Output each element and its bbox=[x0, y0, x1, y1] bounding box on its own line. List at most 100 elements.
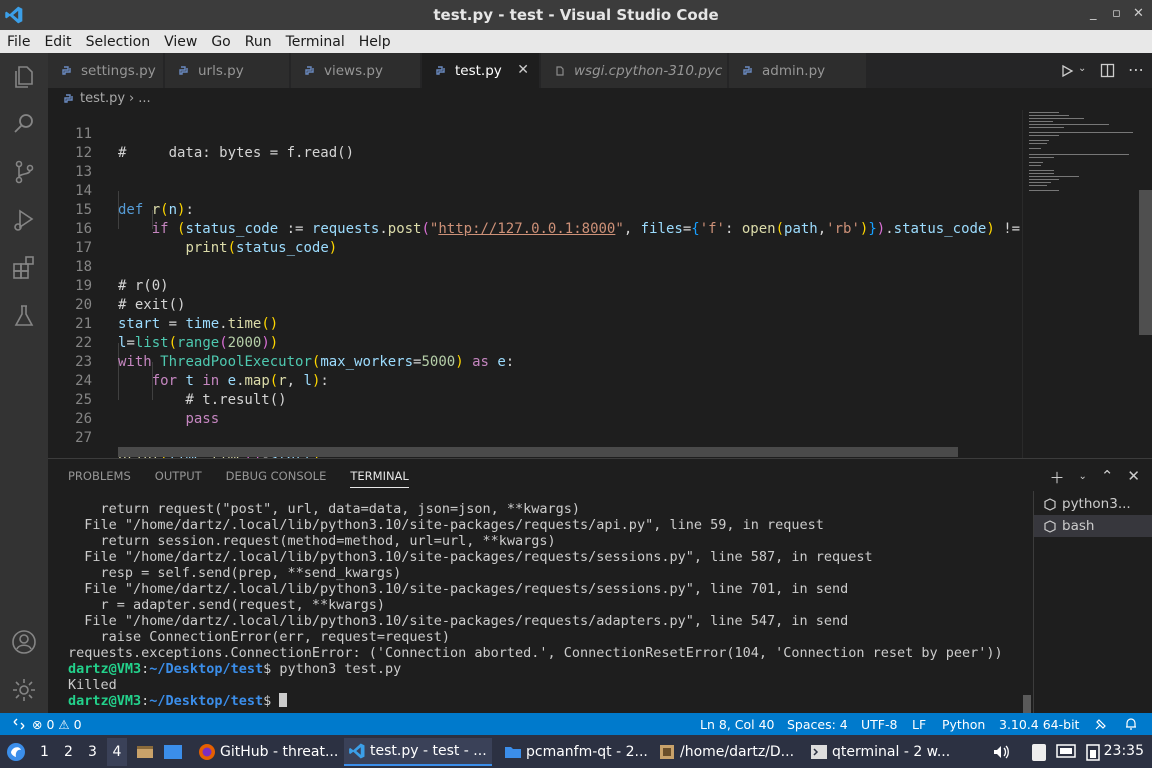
explorer-icon[interactable] bbox=[10, 63, 38, 91]
chevron-down-icon[interactable]: ⌄ bbox=[1078, 471, 1086, 488]
menu-bar: File Edit Selection View Go Run Terminal… bbox=[0, 30, 1152, 53]
panel-tabs: PROBLEMS OUTPUT DEBUG CONSOLE TERMINAL bbox=[68, 469, 433, 488]
breadcrumb-rest[interactable]: ... bbox=[138, 91, 150, 106]
volume-icon[interactable] bbox=[992, 743, 1010, 761]
menu-help[interactable]: Help bbox=[352, 34, 398, 50]
terminal-prompt: dartz@VM3:~/Desktop/test$ bbox=[68, 693, 1028, 709]
search-icon[interactable] bbox=[10, 110, 38, 138]
language-mode[interactable]: Python bbox=[942, 717, 985, 732]
remote-icon[interactable] bbox=[12, 717, 26, 731]
terminal-line: File "/home/dartz/.local/lib/python3.10/… bbox=[68, 581, 849, 597]
tab-settings-py[interactable]: settings.py bbox=[48, 53, 164, 88]
close-tab-icon[interactable]: ✕ bbox=[517, 62, 529, 78]
window-title: test.py - test - Visual Studio Code bbox=[433, 6, 719, 24]
menu-terminal[interactable]: Terminal bbox=[279, 34, 352, 50]
title-bar: test.py - test - Visual Studio Code _ ▫ … bbox=[0, 0, 1152, 30]
code-line: 16 print(status_code) bbox=[75, 221, 338, 256]
menu-selection[interactable]: Selection bbox=[79, 34, 158, 50]
clipboard-icon[interactable] bbox=[1030, 742, 1048, 762]
tab-label: urls.py bbox=[198, 62, 244, 79]
vscode-icon bbox=[349, 743, 365, 759]
maximize-icon[interactable]: ▫ bbox=[1112, 6, 1121, 21]
terminal-list: python3... bash bbox=[1033, 491, 1152, 714]
code-line: 26 bbox=[75, 411, 92, 427]
minimap[interactable] bbox=[1022, 110, 1152, 458]
feedback-icon[interactable] bbox=[1094, 717, 1108, 731]
menu-go[interactable]: Go bbox=[204, 34, 237, 50]
show-desktop-icon[interactable] bbox=[136, 743, 154, 761]
source-control-icon[interactable] bbox=[10, 158, 38, 186]
code-line: 22 with ThreadPoolExecutor(max_workers=5… bbox=[75, 335, 515, 370]
code-line: 12 bbox=[75, 145, 92, 161]
task-qterminal[interactable]: qterminal - 2 w... bbox=[806, 738, 954, 766]
tab-problems[interactable]: PROBLEMS bbox=[68, 469, 131, 488]
workspace-2[interactable]: 2 bbox=[64, 744, 73, 760]
encoding[interactable]: UTF-8 bbox=[861, 717, 897, 732]
python-interpreter[interactable]: 3.10.4 64-bit bbox=[999, 717, 1079, 732]
code-line: 24 # t.result() bbox=[75, 373, 287, 408]
run-file-icon[interactable] bbox=[1060, 64, 1074, 78]
end-of-line[interactable]: LF bbox=[912, 717, 926, 732]
terminal-line: return request("post", url, data=data, j… bbox=[68, 501, 581, 517]
task-pcmanfm[interactable]: pcmanfm-qt - 2... bbox=[500, 738, 648, 766]
terminal-output[interactable]: return request("post", url, data=data, j… bbox=[68, 501, 1028, 716]
horizontal-scrollbar[interactable] bbox=[118, 447, 958, 457]
app-menu-icon[interactable] bbox=[5, 741, 27, 763]
code-line: 17 bbox=[75, 240, 92, 256]
terminal-line: File "/home/dartz/.local/lib/python3.10/… bbox=[68, 549, 873, 565]
close-window-icon[interactable]: ✕ bbox=[1133, 6, 1144, 21]
tab-debug-console[interactable]: DEBUG CONSOLE bbox=[226, 469, 327, 488]
tab-urls-py[interactable]: urls.py bbox=[165, 53, 290, 88]
task-file-manager[interactable]: /home/dartz/D... bbox=[654, 738, 800, 766]
workspace-3[interactable]: 3 bbox=[88, 744, 97, 760]
network-icon[interactable] bbox=[1056, 743, 1076, 761]
close-panel-icon[interactable]: ✕ bbox=[1127, 467, 1140, 488]
chevron-down-icon[interactable]: ⌄ bbox=[1078, 63, 1086, 74]
problems-counter[interactable]: ⊗ 0 ⚠ 0 bbox=[32, 717, 82, 732]
more-actions-icon[interactable]: ⋯ bbox=[1128, 60, 1144, 79]
notifications-bell-icon[interactable] bbox=[1124, 717, 1138, 731]
file-manager-icon bbox=[660, 745, 674, 759]
tab-views-py[interactable]: views.py bbox=[291, 53, 421, 88]
python-icon bbox=[62, 65, 71, 75]
clock[interactable]: 23:35 bbox=[1104, 743, 1144, 759]
tab-output[interactable]: OUTPUT bbox=[155, 469, 202, 488]
menu-run[interactable]: Run bbox=[238, 34, 279, 50]
extensions-icon[interactable] bbox=[10, 254, 38, 282]
terminal-line: return session.request(method=method, ur… bbox=[68, 533, 556, 549]
minimize-icon[interactable]: _ bbox=[1090, 6, 1097, 21]
workspace-1[interactable]: 1 bbox=[40, 744, 49, 760]
tab-admin-py[interactable]: admin.py bbox=[729, 53, 867, 88]
maximize-panel-icon[interactable]: ⌃ bbox=[1101, 467, 1114, 488]
tab-terminal[interactable]: TERMINAL bbox=[350, 469, 409, 488]
accounts-icon[interactable] bbox=[10, 628, 38, 656]
menu-view[interactable]: View bbox=[157, 34, 204, 50]
testing-icon[interactable] bbox=[10, 302, 38, 330]
code-editor[interactable]: 11 # data: bytes = f.read() 12 13 14 def… bbox=[48, 110, 1022, 458]
tab-test-py[interactable]: test.py ✕ bbox=[422, 53, 540, 88]
run-debug-icon[interactable] bbox=[10, 206, 38, 234]
window-list-icon[interactable] bbox=[163, 743, 183, 761]
task-vscode[interactable]: test.py - test - ... bbox=[344, 738, 492, 766]
menu-edit[interactable]: Edit bbox=[37, 34, 78, 50]
terminal-item-bash[interactable]: bash bbox=[1034, 515, 1152, 537]
bottom-panel: PROBLEMS OUTPUT DEBUG CONSOLE TERMINAL ＋… bbox=[48, 458, 1152, 716]
terminal-item-python[interactable]: python3... bbox=[1034, 493, 1152, 515]
breadcrumb-file[interactable]: test.py bbox=[80, 91, 125, 106]
terminal-line: r = adapter.send(request, **kwargs) bbox=[68, 597, 385, 613]
task-firefox[interactable]: GitHub - threat... bbox=[194, 738, 340, 766]
menu-file[interactable]: File bbox=[0, 34, 37, 50]
terminal-scrollbar[interactable] bbox=[1023, 695, 1031, 713]
tab-wsgi-pyc[interactable]: wsgi.cpython-310.pyc bbox=[541, 53, 728, 88]
new-terminal-icon[interactable]: ＋ bbox=[1049, 467, 1064, 488]
settings-gear-icon[interactable] bbox=[10, 676, 38, 704]
indentation[interactable]: Spaces: 4 bbox=[787, 717, 848, 732]
activity-bar bbox=[0, 53, 48, 713]
python-icon bbox=[64, 93, 73, 103]
minimap-slider[interactable] bbox=[1139, 190, 1152, 335]
terminal-line: resp = self.send(prep, **send_kwargs) bbox=[68, 565, 402, 581]
cursor-position[interactable]: Ln 8, Col 40 bbox=[700, 717, 775, 732]
workspace-4[interactable]: 4 bbox=[107, 738, 127, 766]
split-editor-icon[interactable] bbox=[1100, 63, 1115, 78]
battery-icon[interactable] bbox=[1084, 742, 1104, 762]
